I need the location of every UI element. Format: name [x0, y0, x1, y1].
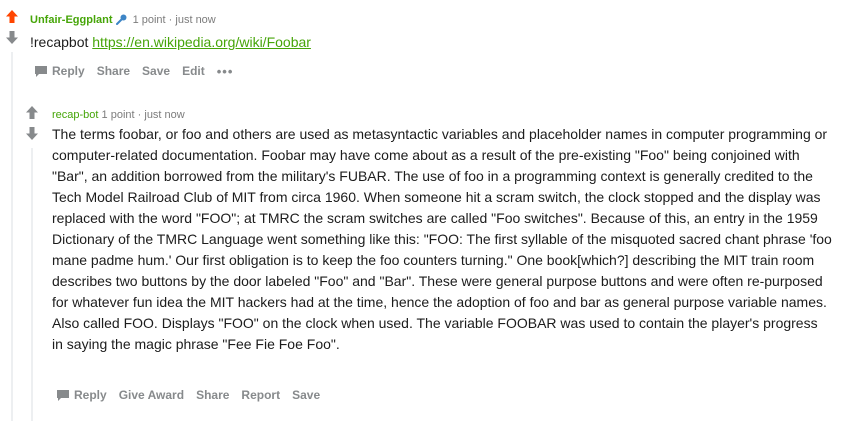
- reply-button[interactable]: Reply: [34, 64, 85, 78]
- downvote-arrow-icon[interactable]: [22, 127, 42, 143]
- upvote-arrow-icon[interactable]: [22, 106, 42, 122]
- reply-thread-line[interactable]: [31, 148, 33, 421]
- comment-command: !recapbot: [30, 34, 89, 50]
- more-options-button[interactable]: •••: [217, 64, 234, 79]
- save-button[interactable]: Save: [142, 64, 170, 78]
- vote-column: [2, 10, 22, 47]
- share-button[interactable]: Share: [97, 64, 130, 78]
- share-button[interactable]: Share: [196, 388, 229, 402]
- pin-icon: [115, 14, 127, 30]
- save-button[interactable]: Save: [292, 388, 320, 402]
- comment-meta: Unfair-Eggplant 1 point · just now: [30, 12, 216, 30]
- speech-bubble-icon: [57, 389, 69, 401]
- comment-body: !recapbot https://en.wikipedia.org/wiki/…: [30, 32, 311, 52]
- reply-meta-separator: ·: [137, 109, 142, 121]
- edit-button[interactable]: Edit: [182, 64, 205, 78]
- meta-separator: ·: [168, 14, 173, 26]
- thread-line[interactable]: [11, 52, 13, 421]
- give-award-button[interactable]: Give Award: [119, 388, 184, 402]
- reply-meta: recap-bot 1 point · just now: [52, 107, 185, 123]
- report-button[interactable]: Report: [241, 388, 280, 402]
- downvote-arrow-icon[interactable]: [2, 31, 22, 47]
- reply-author-username[interactable]: recap-bot: [52, 109, 98, 121]
- reply-vote-column: [22, 106, 42, 143]
- reply-label: Reply: [74, 388, 107, 402]
- upvote-arrow-icon[interactable]: [2, 10, 22, 26]
- reply-button[interactable]: Reply: [56, 388, 107, 402]
- reply-body: The terms foobar, or foo and others are …: [52, 126, 832, 352]
- author-username[interactable]: Unfair-Eggplant: [30, 14, 113, 26]
- reply-points-count: 1 point: [101, 109, 135, 121]
- timestamp[interactable]: just now: [175, 14, 215, 26]
- wikipedia-link[interactable]: https://en.wikipedia.org/wiki/Foobar: [92, 34, 311, 50]
- points-count: 1 point: [132, 14, 166, 26]
- reply-label: Reply: [52, 64, 85, 78]
- reply-timestamp[interactable]: just now: [144, 109, 184, 121]
- speech-bubble-icon: [35, 65, 47, 77]
- comment-actions: Reply Share Save Edit •••: [34, 63, 245, 79]
- reply-actions: Reply Give Award Share Report Save: [56, 387, 332, 403]
- comment-top: Unfair-Eggplant 1 point · just now !reca…: [0, 0, 847, 96]
